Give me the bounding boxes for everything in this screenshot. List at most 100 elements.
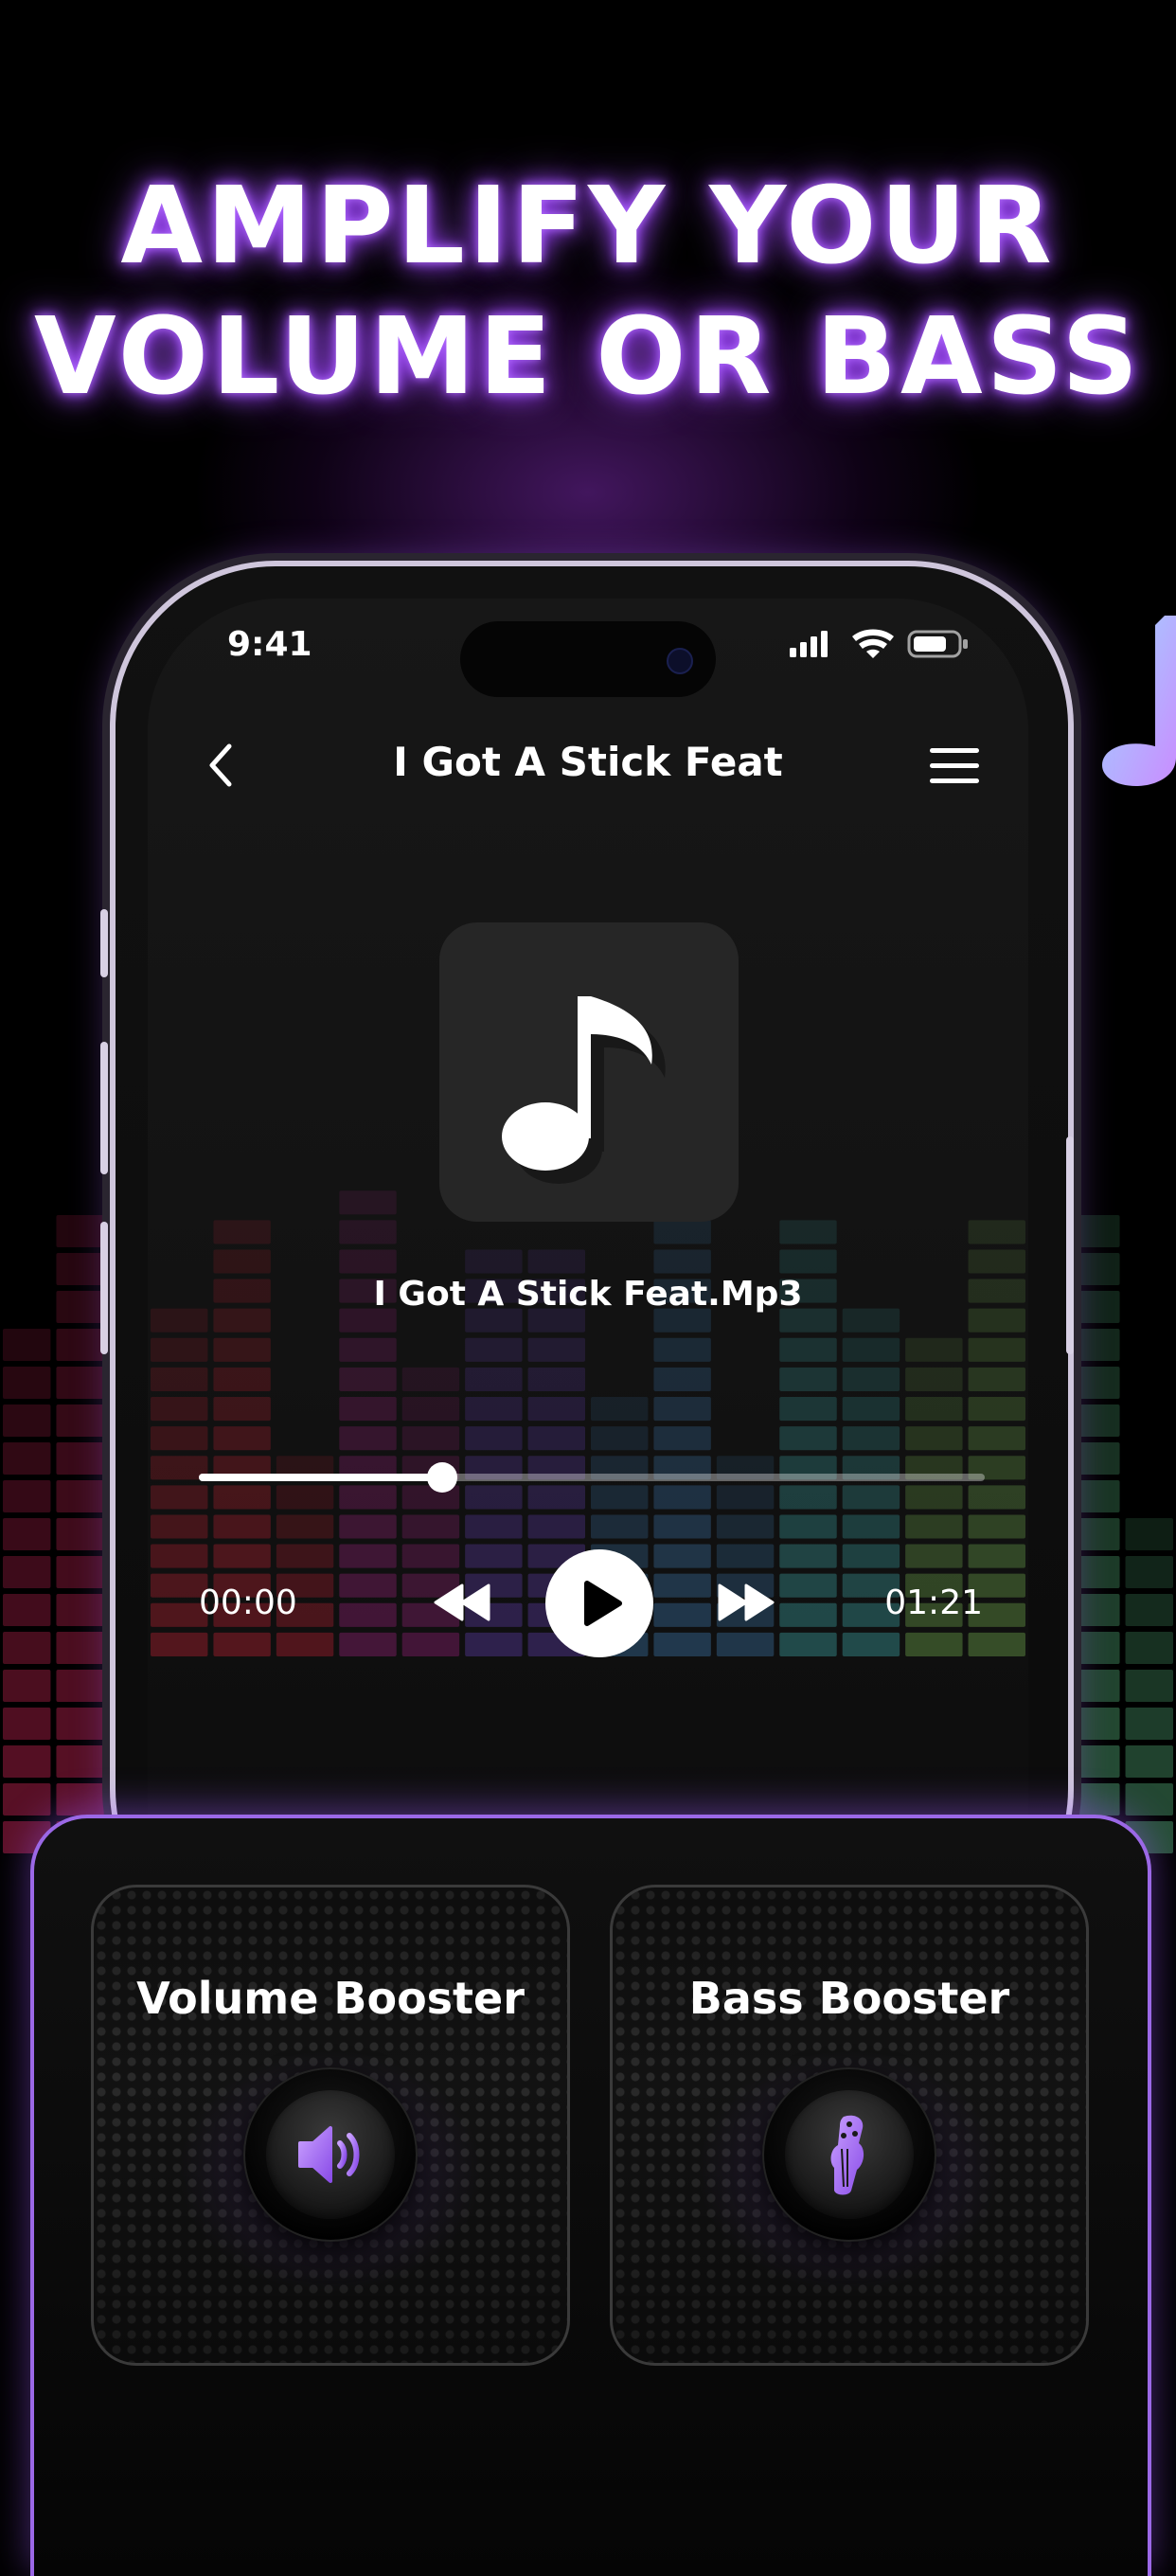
equalizer-block	[465, 1514, 523, 1539]
equalizer-block	[151, 1632, 208, 1656]
equalizer-block	[653, 1632, 711, 1656]
play-icon	[584, 1581, 622, 1626]
equalizer-block	[842, 1632, 900, 1656]
equalizer-block	[339, 1632, 397, 1656]
headline-line-1: AMPLIFY YOUR	[120, 165, 1056, 288]
equalizer-block	[3, 1594, 51, 1626]
equalizer-block	[1072, 1783, 1120, 1816]
equalizer-block	[56, 1745, 104, 1778]
equalizer-block	[465, 1249, 523, 1274]
equalizer-block	[591, 1426, 649, 1451]
equalizer-block	[3, 1745, 51, 1778]
equalizer-block	[3, 1556, 51, 1588]
status-icons	[790, 629, 968, 658]
equalizer-block	[276, 1544, 334, 1568]
equalizer-block	[1072, 1556, 1120, 1588]
equalizer-block	[968, 1337, 1025, 1362]
volume-booster-knob[interactable]	[243, 2067, 418, 2242]
equalizer-block	[3, 1442, 51, 1475]
equalizer-block	[3, 1632, 51, 1664]
equalizer-block	[401, 1632, 460, 1656]
equalizer-block	[779, 1249, 837, 1274]
music-note-icon	[502, 996, 666, 1184]
equalizer-block	[591, 1397, 649, 1422]
equalizer-block	[653, 1337, 711, 1362]
menu-icon[interactable]	[926, 742, 983, 788]
battery-icon	[907, 630, 968, 658]
equalizer-block	[339, 1367, 397, 1391]
equalizer-block	[151, 1544, 208, 1568]
equalizer-block	[779, 1220, 837, 1244]
equalizer-block	[465, 1426, 523, 1451]
equalizer-block	[339, 1249, 397, 1274]
equalizer-block	[1125, 1745, 1173, 1778]
equalizer-block	[56, 1518, 104, 1550]
equalizer-block	[56, 1783, 104, 1816]
speaker-icon	[298, 2126, 360, 2183]
fast-forward-icon[interactable]	[716, 1583, 776, 1621]
equalizer-block	[56, 1329, 104, 1361]
equalizer-block	[1125, 1556, 1173, 1588]
equalizer-block	[339, 1397, 397, 1422]
equalizer-block	[56, 1291, 104, 1323]
equalizer-block	[151, 1367, 208, 1391]
bass-booster-knob[interactable]	[762, 2067, 936, 2242]
equalizer-block	[842, 1514, 900, 1539]
equalizer-block	[905, 1337, 963, 1362]
play-button[interactable]	[545, 1549, 653, 1657]
equalizer-block	[1072, 1367, 1120, 1399]
equalizer-block	[151, 1337, 208, 1362]
equalizer-block	[1072, 1632, 1120, 1664]
equalizer-block	[1072, 1745, 1120, 1778]
volume-booster-card[interactable]: Volume Booster	[91, 1885, 570, 2366]
equalizer-block	[401, 1514, 460, 1539]
floating-music-note-icon	[1102, 616, 1176, 786]
equalizer-block	[968, 1249, 1025, 1274]
equalizer-block	[653, 1602, 711, 1627]
rewind-icon[interactable]	[432, 1583, 492, 1621]
equalizer-block	[213, 1544, 271, 1568]
equalizer-block	[3, 1783, 51, 1816]
equalizer-block	[842, 1397, 900, 1422]
equalizer-block	[1072, 1329, 1120, 1361]
equalizer-block	[1125, 1670, 1173, 1702]
equalizer-block	[1125, 1518, 1173, 1550]
equalizer-block	[1125, 1783, 1173, 1816]
equalizer-block	[968, 1220, 1025, 1244]
equalizer-block	[779, 1426, 837, 1451]
phone-silent-switch	[100, 909, 108, 977]
equalizer-block	[653, 1426, 711, 1451]
equalizer-block	[653, 1367, 711, 1391]
phone-volume-up-button	[100, 1042, 108, 1174]
equalizer-block	[213, 1337, 271, 1362]
equalizer-block	[465, 1337, 523, 1362]
equalizer-block	[527, 1426, 585, 1451]
equalizer-block	[527, 1514, 585, 1539]
bass-booster-card[interactable]: Bass Booster	[610, 1885, 1089, 2366]
equalizer-block	[3, 1404, 51, 1437]
equalizer-block	[653, 1514, 711, 1539]
equalizer-block	[716, 1544, 775, 1568]
volume-booster-label: Volume Booster	[136, 1973, 525, 2024]
equalizer-block	[779, 1602, 837, 1627]
time-total: 01:21	[884, 1583, 983, 1622]
equalizer-block	[56, 1480, 104, 1512]
equalizer-block	[779, 1397, 837, 1422]
bass-booster-label: Bass Booster	[688, 1973, 1010, 2024]
progress-slider[interactable]	[199, 1458, 985, 1496]
equalizer-block	[151, 1426, 208, 1451]
equalizer-block	[339, 1602, 397, 1627]
equalizer-block	[1072, 1215, 1120, 1247]
equalizer-block	[905, 1397, 963, 1422]
equalizer-block	[968, 1632, 1025, 1656]
equalizer-block	[905, 1632, 963, 1656]
equalizer-block	[527, 1249, 585, 1274]
equalizer-block	[339, 1426, 397, 1451]
progress-knob[interactable]	[427, 1462, 458, 1493]
equalizer-block	[1072, 1708, 1120, 1740]
equalizer-block	[1072, 1442, 1120, 1475]
equalizer-block	[339, 1544, 397, 1568]
equalizer-block	[276, 1632, 334, 1656]
equalizer-block	[213, 1397, 271, 1422]
equalizer-block	[779, 1514, 837, 1539]
